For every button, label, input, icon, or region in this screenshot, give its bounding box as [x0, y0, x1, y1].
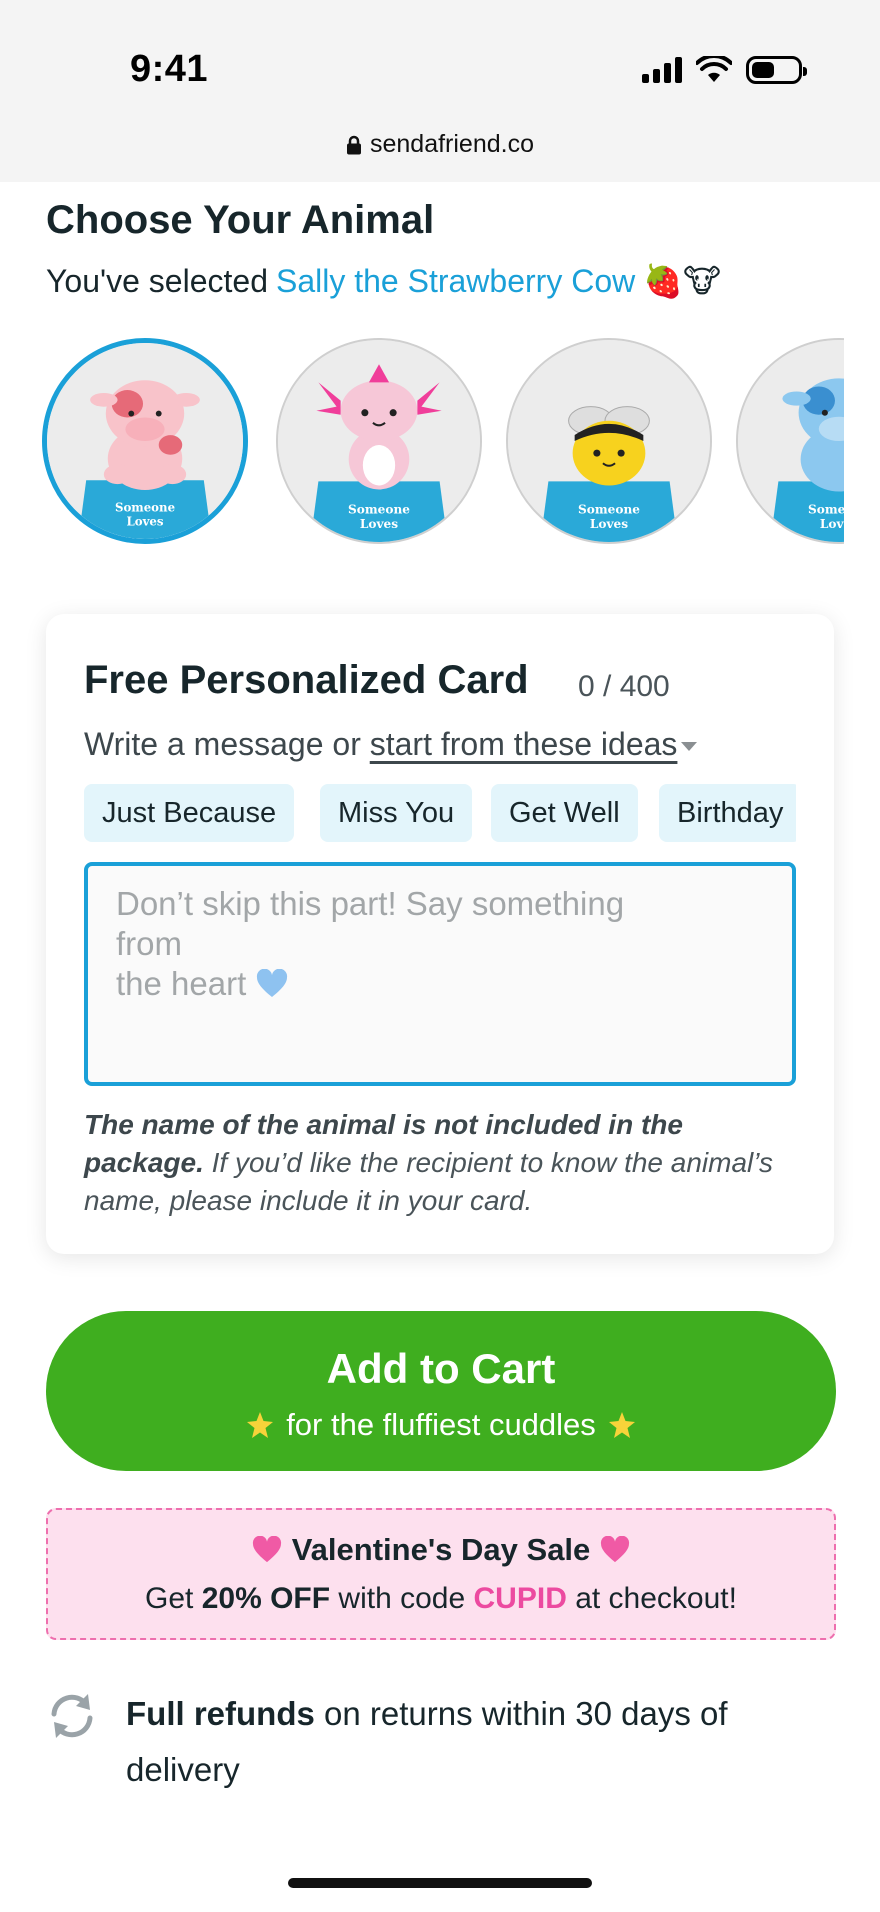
animal-carousel[interactable]: Someone Loves Someone Loves Someone Love… [40, 332, 844, 554]
chip-miss-you[interactable]: Miss You [320, 784, 473, 842]
browser-chrome: 9:41 sendafriend.co [0, 0, 880, 182]
chip-just-because[interactable]: Just Because [84, 784, 295, 842]
valentines-sale-banner: Valentine's Day Sale Get 20% OFF with co… [46, 1508, 836, 1640]
choose-animal-title: Choose Your Animal [46, 198, 435, 242]
svg-text:Someone: Someone [348, 503, 410, 517]
animal-option-bee[interactable]: Someone Loves [506, 338, 712, 544]
refund-policy-text: Full refunds on returns within 30 days o… [126, 1686, 806, 1798]
lock-icon [346, 135, 361, 154]
placeholder-line-1: Don’t skip this part! Say something [116, 885, 625, 922]
card-note: The name of the animal is not included i… [84, 1106, 796, 1220]
animal-option-axolotl[interactable]: Someone Loves [276, 338, 482, 544]
chip-get-well[interactable]: Get Well [491, 784, 638, 842]
svg-text:Loves: Loves [590, 517, 628, 531]
selected-animal-line: You've selected Sally the Strawberry Cow… [46, 262, 721, 300]
placeholder-line-3-text: the heart [116, 965, 247, 1002]
svg-text:Loves: Loves [126, 514, 163, 528]
svg-text:Someone: Someone [808, 503, 844, 517]
sparkle-star-icon [608, 1412, 635, 1438]
svg-text:Loves: Loves [820, 517, 844, 531]
idea-chips[interactable]: Just Because Miss You Get Well Birthday [84, 784, 796, 844]
card-title: Free Personalized Card [84, 658, 529, 702]
svg-text:Someone: Someone [578, 503, 640, 517]
sale-at-checkout: at checkout! [566, 1582, 737, 1615]
svg-text:Someone: Someone [115, 501, 175, 515]
status-icons [642, 54, 807, 86]
status-time: 9:41 [130, 48, 209, 90]
selected-animal-emoji: 🍓🐮 [643, 263, 721, 299]
chip-birthday[interactable]: Birthday [659, 784, 796, 842]
placeholder-line-3: the heart [116, 964, 764, 1004]
selected-prefix: You've selected [46, 262, 268, 299]
sale-get: Get [145, 1582, 202, 1615]
animal-option-strawberry-cow[interactable]: Someone Loves [42, 338, 248, 544]
wifi-icon [696, 56, 732, 82]
add-to-cart-button[interactable]: Add to Cart for the fluffiest cuddles [46, 1311, 836, 1471]
sale-discount: 20% OFF [201, 1582, 331, 1615]
add-to-cart-subtitle: for the fluffiest cuddles [46, 1407, 836, 1443]
url-bar[interactable]: sendafriend.co [0, 130, 880, 159]
sale-with-code: with code [330, 1582, 474, 1615]
card-message-input[interactable]: Don’t skip this part! Say something from… [84, 862, 796, 1086]
blue-cow-plush-image: Someone Loves [738, 340, 844, 542]
sparkling-heart-icon [601, 1536, 630, 1563]
battery-icon [746, 56, 807, 84]
sparkle-star-icon [247, 1412, 274, 1438]
bee-plush-image: Someone Loves [508, 340, 710, 542]
home-indicator[interactable] [288, 1878, 592, 1888]
sale-headline-text: Valentine's Day Sale [291, 1532, 591, 1567]
cellular-signal-icon [642, 57, 682, 83]
card-subtitle: Write a message or start from these idea… [84, 726, 698, 763]
ideas-dropdown-link[interactable]: start from these ideas [370, 726, 678, 762]
axolotl-plush-image: Someone Loves [278, 340, 480, 542]
personalized-card-panel: Free Personalized Card 0 / 400 Write a m… [46, 614, 834, 1254]
sale-headline: Valentine's Day Sale [48, 1532, 834, 1568]
blue-heart-icon [257, 969, 288, 997]
selected-animal-name: Sally the Strawberry Cow [275, 262, 636, 299]
character-counter: 0 / 400 [578, 670, 670, 703]
card-subtitle-prefix: Write a message or [84, 726, 361, 762]
strawberry-cow-plush-image: Someone Loves [47, 343, 243, 539]
sale-details: Get 20% OFF with code CUPID at checkout! [48, 1582, 834, 1616]
refund-bold: Full refunds [126, 1695, 315, 1732]
sparkling-heart-icon [252, 1536, 281, 1563]
url-text: sendafriend.co [369, 130, 534, 158]
animal-option-blue-cow[interactable]: Someone Loves [736, 338, 844, 544]
add-to-cart-label: Add to Cart [326, 1345, 556, 1392]
placeholder-line-2: from [116, 925, 182, 962]
svg-text:Loves: Loves [360, 517, 398, 531]
refresh-icon [51, 1694, 93, 1738]
sale-code: CUPID [473, 1582, 567, 1615]
chevron-down-icon[interactable] [681, 742, 698, 752]
add-to-cart-sub-text: for the fluffiest cuddles [286, 1407, 596, 1442]
